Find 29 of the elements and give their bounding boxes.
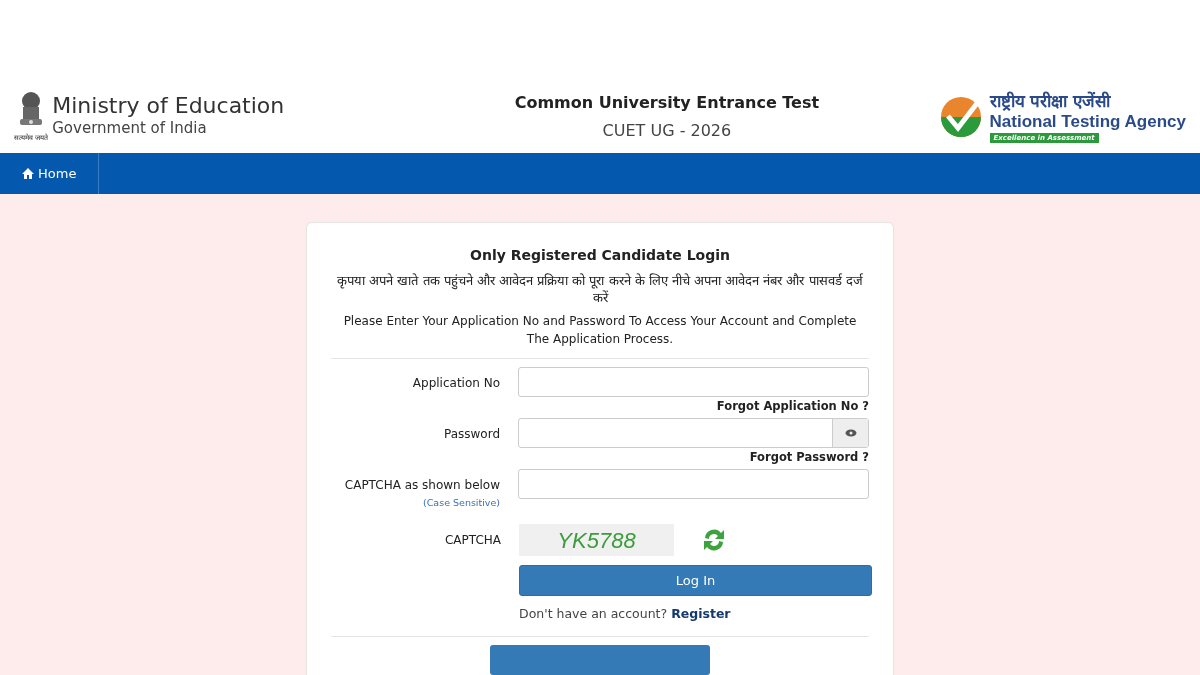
hindi-instructions: कृपया अपने खाते तक पहुंचने और आवेदन प्रक्रिया को पूरा करने के लिए नीचे अपना आवेदन नंबर और पासवर्ड दर्ज करें xyxy=(336,272,864,306)
ministry-subtitle: Government of India xyxy=(52,119,208,137)
captcha-image: YK5788 xyxy=(519,524,674,557)
login-button[interactable]: Log In xyxy=(519,565,872,597)
login-title: Only Registered Candidate Login xyxy=(469,246,731,265)
field-label: Password xyxy=(443,426,501,443)
instructions-text: Please Enter Your Application No and Password To Access Your Account and Complete The Application Process. xyxy=(342,313,858,348)
password-field[interactable] xyxy=(518,418,869,448)
show-password-button[interactable] xyxy=(832,419,868,447)
field-label: CAPTCHA as shown below xyxy=(344,477,501,494)
field-label: Application No xyxy=(412,375,501,392)
forgot-link[interactable]: Forgot Password ? xyxy=(749,449,869,465)
home-link[interactable]: Home xyxy=(0,153,100,194)
agency-hindi-name: राष्ट्रीय परीक्षा एजेंसी xyxy=(989,90,1112,111)
ministry-title: Ministry of Education xyxy=(52,93,285,119)
action-button[interactable] xyxy=(490,645,710,675)
captcha-label: CAPTCHA xyxy=(444,532,501,550)
application-number-field[interactable] xyxy=(518,367,869,397)
agency-name: National Testing Agency xyxy=(989,111,1186,133)
exam-subtitle: CUET UG - 2026 xyxy=(602,119,732,142)
home-icon xyxy=(22,168,34,179)
captcha-field[interactable] xyxy=(518,469,869,499)
exam-title: Common University Entrance Test xyxy=(514,91,820,114)
eye-icon xyxy=(844,428,857,438)
checkmark-logo-icon xyxy=(939,95,982,138)
case-sensitive-note: (Case Sensitive) xyxy=(423,496,501,510)
register-prompt: Don't have an account? xyxy=(519,605,668,624)
register-link[interactable]: Register xyxy=(671,605,731,624)
forgot-link[interactable]: Forgot Application No ? xyxy=(716,398,869,414)
